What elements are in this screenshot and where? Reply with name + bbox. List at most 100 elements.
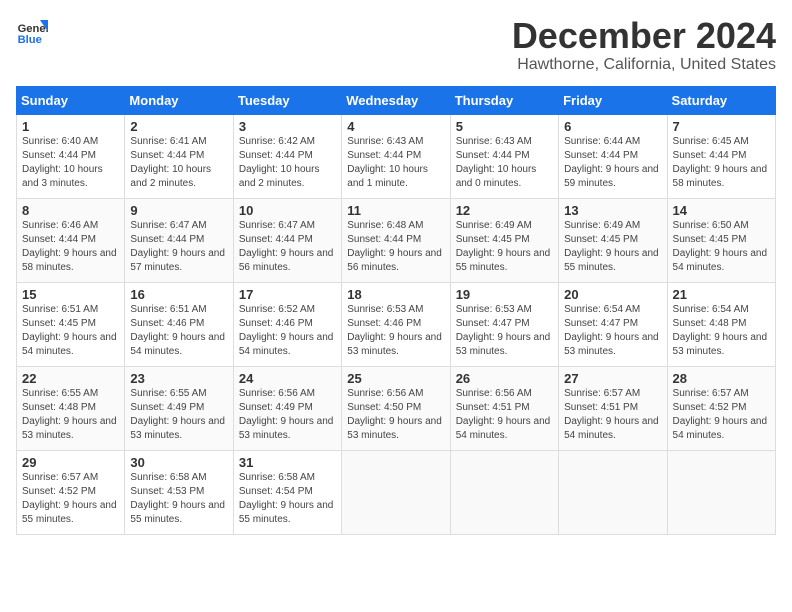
day-cell: 26Sunrise: 6:56 AMSunset: 4:51 PMDayligh… bbox=[450, 366, 558, 450]
day-info: Sunrise: 6:56 AMSunset: 4:50 PMDaylight:… bbox=[347, 387, 444, 443]
header-thursday: Thursday bbox=[450, 86, 558, 114]
day-cell: 23Sunrise: 6:55 AMSunset: 4:49 PMDayligh… bbox=[125, 366, 233, 450]
header-sunday: Sunday bbox=[17, 86, 125, 114]
day-number: 14 bbox=[673, 203, 770, 218]
day-cell: 1Sunrise: 6:40 AMSunset: 4:44 PMDaylight… bbox=[17, 114, 125, 198]
day-cell: 17Sunrise: 6:52 AMSunset: 4:46 PMDayligh… bbox=[233, 282, 341, 366]
day-cell: 19Sunrise: 6:53 AMSunset: 4:47 PMDayligh… bbox=[450, 282, 558, 366]
day-number: 10 bbox=[239, 203, 336, 218]
day-info: Sunrise: 6:56 AMSunset: 4:51 PMDaylight:… bbox=[456, 387, 553, 443]
day-info: Sunrise: 6:55 AMSunset: 4:49 PMDaylight:… bbox=[130, 387, 227, 443]
day-info: Sunrise: 6:57 AMSunset: 4:52 PMDaylight:… bbox=[22, 471, 119, 527]
calendar-title: December 2024 bbox=[512, 16, 776, 56]
day-info: Sunrise: 6:53 AMSunset: 4:46 PMDaylight:… bbox=[347, 303, 444, 359]
day-cell: 7Sunrise: 6:45 AMSunset: 4:44 PMDaylight… bbox=[667, 114, 775, 198]
day-cell: 2Sunrise: 6:41 AMSunset: 4:44 PMDaylight… bbox=[125, 114, 233, 198]
day-cell: 27Sunrise: 6:57 AMSunset: 4:51 PMDayligh… bbox=[559, 366, 667, 450]
day-cell bbox=[450, 450, 558, 534]
day-number: 31 bbox=[239, 455, 336, 470]
day-cell: 30Sunrise: 6:58 AMSunset: 4:53 PMDayligh… bbox=[125, 450, 233, 534]
day-info: Sunrise: 6:49 AMSunset: 4:45 PMDaylight:… bbox=[456, 219, 553, 275]
day-cell: 5Sunrise: 6:43 AMSunset: 4:44 PMDaylight… bbox=[450, 114, 558, 198]
week-row-1: 1Sunrise: 6:40 AMSunset: 4:44 PMDaylight… bbox=[17, 114, 776, 198]
day-number: 22 bbox=[22, 371, 119, 386]
day-info: Sunrise: 6:57 AMSunset: 4:52 PMDaylight:… bbox=[673, 387, 770, 443]
day-cell: 28Sunrise: 6:57 AMSunset: 4:52 PMDayligh… bbox=[667, 366, 775, 450]
day-cell bbox=[667, 450, 775, 534]
svg-text:Blue: Blue bbox=[18, 34, 42, 46]
calendar-table: SundayMondayTuesdayWednesdayThursdayFrid… bbox=[16, 86, 776, 535]
day-cell: 6Sunrise: 6:44 AMSunset: 4:44 PMDaylight… bbox=[559, 114, 667, 198]
day-number: 8 bbox=[22, 203, 119, 218]
day-number: 18 bbox=[347, 287, 444, 302]
day-number: 19 bbox=[456, 287, 553, 302]
day-number: 3 bbox=[239, 119, 336, 134]
day-info: Sunrise: 6:51 AMSunset: 4:45 PMDaylight:… bbox=[22, 303, 119, 359]
day-cell: 24Sunrise: 6:56 AMSunset: 4:49 PMDayligh… bbox=[233, 366, 341, 450]
day-number: 24 bbox=[239, 371, 336, 386]
day-cell: 22Sunrise: 6:55 AMSunset: 4:48 PMDayligh… bbox=[17, 366, 125, 450]
day-number: 27 bbox=[564, 371, 661, 386]
day-cell: 8Sunrise: 6:46 AMSunset: 4:44 PMDaylight… bbox=[17, 198, 125, 282]
day-info: Sunrise: 6:47 AMSunset: 4:44 PMDaylight:… bbox=[130, 219, 227, 275]
header-monday: Monday bbox=[125, 86, 233, 114]
day-cell: 12Sunrise: 6:49 AMSunset: 4:45 PMDayligh… bbox=[450, 198, 558, 282]
day-cell: 3Sunrise: 6:42 AMSunset: 4:44 PMDaylight… bbox=[233, 114, 341, 198]
day-info: Sunrise: 6:43 AMSunset: 4:44 PMDaylight:… bbox=[347, 135, 444, 191]
day-info: Sunrise: 6:54 AMSunset: 4:48 PMDaylight:… bbox=[673, 303, 770, 359]
day-cell: 20Sunrise: 6:54 AMSunset: 4:47 PMDayligh… bbox=[559, 282, 667, 366]
day-info: Sunrise: 6:48 AMSunset: 4:44 PMDaylight:… bbox=[347, 219, 444, 275]
day-cell: 11Sunrise: 6:48 AMSunset: 4:44 PMDayligh… bbox=[342, 198, 450, 282]
day-info: Sunrise: 6:49 AMSunset: 4:45 PMDaylight:… bbox=[564, 219, 661, 275]
day-info: Sunrise: 6:58 AMSunset: 4:53 PMDaylight:… bbox=[130, 471, 227, 527]
day-number: 17 bbox=[239, 287, 336, 302]
day-info: Sunrise: 6:54 AMSunset: 4:47 PMDaylight:… bbox=[564, 303, 661, 359]
week-row-3: 15Sunrise: 6:51 AMSunset: 4:45 PMDayligh… bbox=[17, 282, 776, 366]
day-info: Sunrise: 6:40 AMSunset: 4:44 PMDaylight:… bbox=[22, 135, 119, 191]
day-info: Sunrise: 6:43 AMSunset: 4:44 PMDaylight:… bbox=[456, 135, 553, 191]
day-info: Sunrise: 6:56 AMSunset: 4:49 PMDaylight:… bbox=[239, 387, 336, 443]
calendar-subtitle: Hawthorne, California, United States bbox=[512, 56, 776, 74]
day-number: 2 bbox=[130, 119, 227, 134]
title-block: December 2024 Hawthorne, California, Uni… bbox=[512, 16, 776, 74]
page-header: General Blue December 2024 Hawthorne, Ca… bbox=[16, 16, 776, 74]
day-number: 20 bbox=[564, 287, 661, 302]
day-info: Sunrise: 6:47 AMSunset: 4:44 PMDaylight:… bbox=[239, 219, 336, 275]
day-number: 13 bbox=[564, 203, 661, 218]
day-cell: 21Sunrise: 6:54 AMSunset: 4:48 PMDayligh… bbox=[667, 282, 775, 366]
day-number: 5 bbox=[456, 119, 553, 134]
day-number: 26 bbox=[456, 371, 553, 386]
day-number: 23 bbox=[130, 371, 227, 386]
day-info: Sunrise: 6:55 AMSunset: 4:48 PMDaylight:… bbox=[22, 387, 119, 443]
day-cell: 9Sunrise: 6:47 AMSunset: 4:44 PMDaylight… bbox=[125, 198, 233, 282]
day-number: 11 bbox=[347, 203, 444, 218]
header-row: SundayMondayTuesdayWednesdayThursdayFrid… bbox=[17, 86, 776, 114]
day-info: Sunrise: 6:44 AMSunset: 4:44 PMDaylight:… bbox=[564, 135, 661, 191]
day-number: 7 bbox=[673, 119, 770, 134]
day-info: Sunrise: 6:52 AMSunset: 4:46 PMDaylight:… bbox=[239, 303, 336, 359]
day-info: Sunrise: 6:58 AMSunset: 4:54 PMDaylight:… bbox=[239, 471, 336, 527]
day-cell: 16Sunrise: 6:51 AMSunset: 4:46 PMDayligh… bbox=[125, 282, 233, 366]
day-info: Sunrise: 6:57 AMSunset: 4:51 PMDaylight:… bbox=[564, 387, 661, 443]
day-number: 30 bbox=[130, 455, 227, 470]
week-row-2: 8Sunrise: 6:46 AMSunset: 4:44 PMDaylight… bbox=[17, 198, 776, 282]
logo-icon: General Blue bbox=[16, 16, 48, 48]
day-number: 1 bbox=[22, 119, 119, 134]
day-number: 16 bbox=[130, 287, 227, 302]
day-cell bbox=[342, 450, 450, 534]
day-number: 9 bbox=[130, 203, 227, 218]
day-number: 25 bbox=[347, 371, 444, 386]
day-cell: 31Sunrise: 6:58 AMSunset: 4:54 PMDayligh… bbox=[233, 450, 341, 534]
header-friday: Friday bbox=[559, 86, 667, 114]
week-row-4: 22Sunrise: 6:55 AMSunset: 4:48 PMDayligh… bbox=[17, 366, 776, 450]
header-wednesday: Wednesday bbox=[342, 86, 450, 114]
day-number: 21 bbox=[673, 287, 770, 302]
day-cell: 25Sunrise: 6:56 AMSunset: 4:50 PMDayligh… bbox=[342, 366, 450, 450]
day-info: Sunrise: 6:41 AMSunset: 4:44 PMDaylight:… bbox=[130, 135, 227, 191]
day-info: Sunrise: 6:50 AMSunset: 4:45 PMDaylight:… bbox=[673, 219, 770, 275]
week-row-5: 29Sunrise: 6:57 AMSunset: 4:52 PMDayligh… bbox=[17, 450, 776, 534]
day-number: 12 bbox=[456, 203, 553, 218]
day-info: Sunrise: 6:45 AMSunset: 4:44 PMDaylight:… bbox=[673, 135, 770, 191]
day-cell: 4Sunrise: 6:43 AMSunset: 4:44 PMDaylight… bbox=[342, 114, 450, 198]
header-tuesday: Tuesday bbox=[233, 86, 341, 114]
